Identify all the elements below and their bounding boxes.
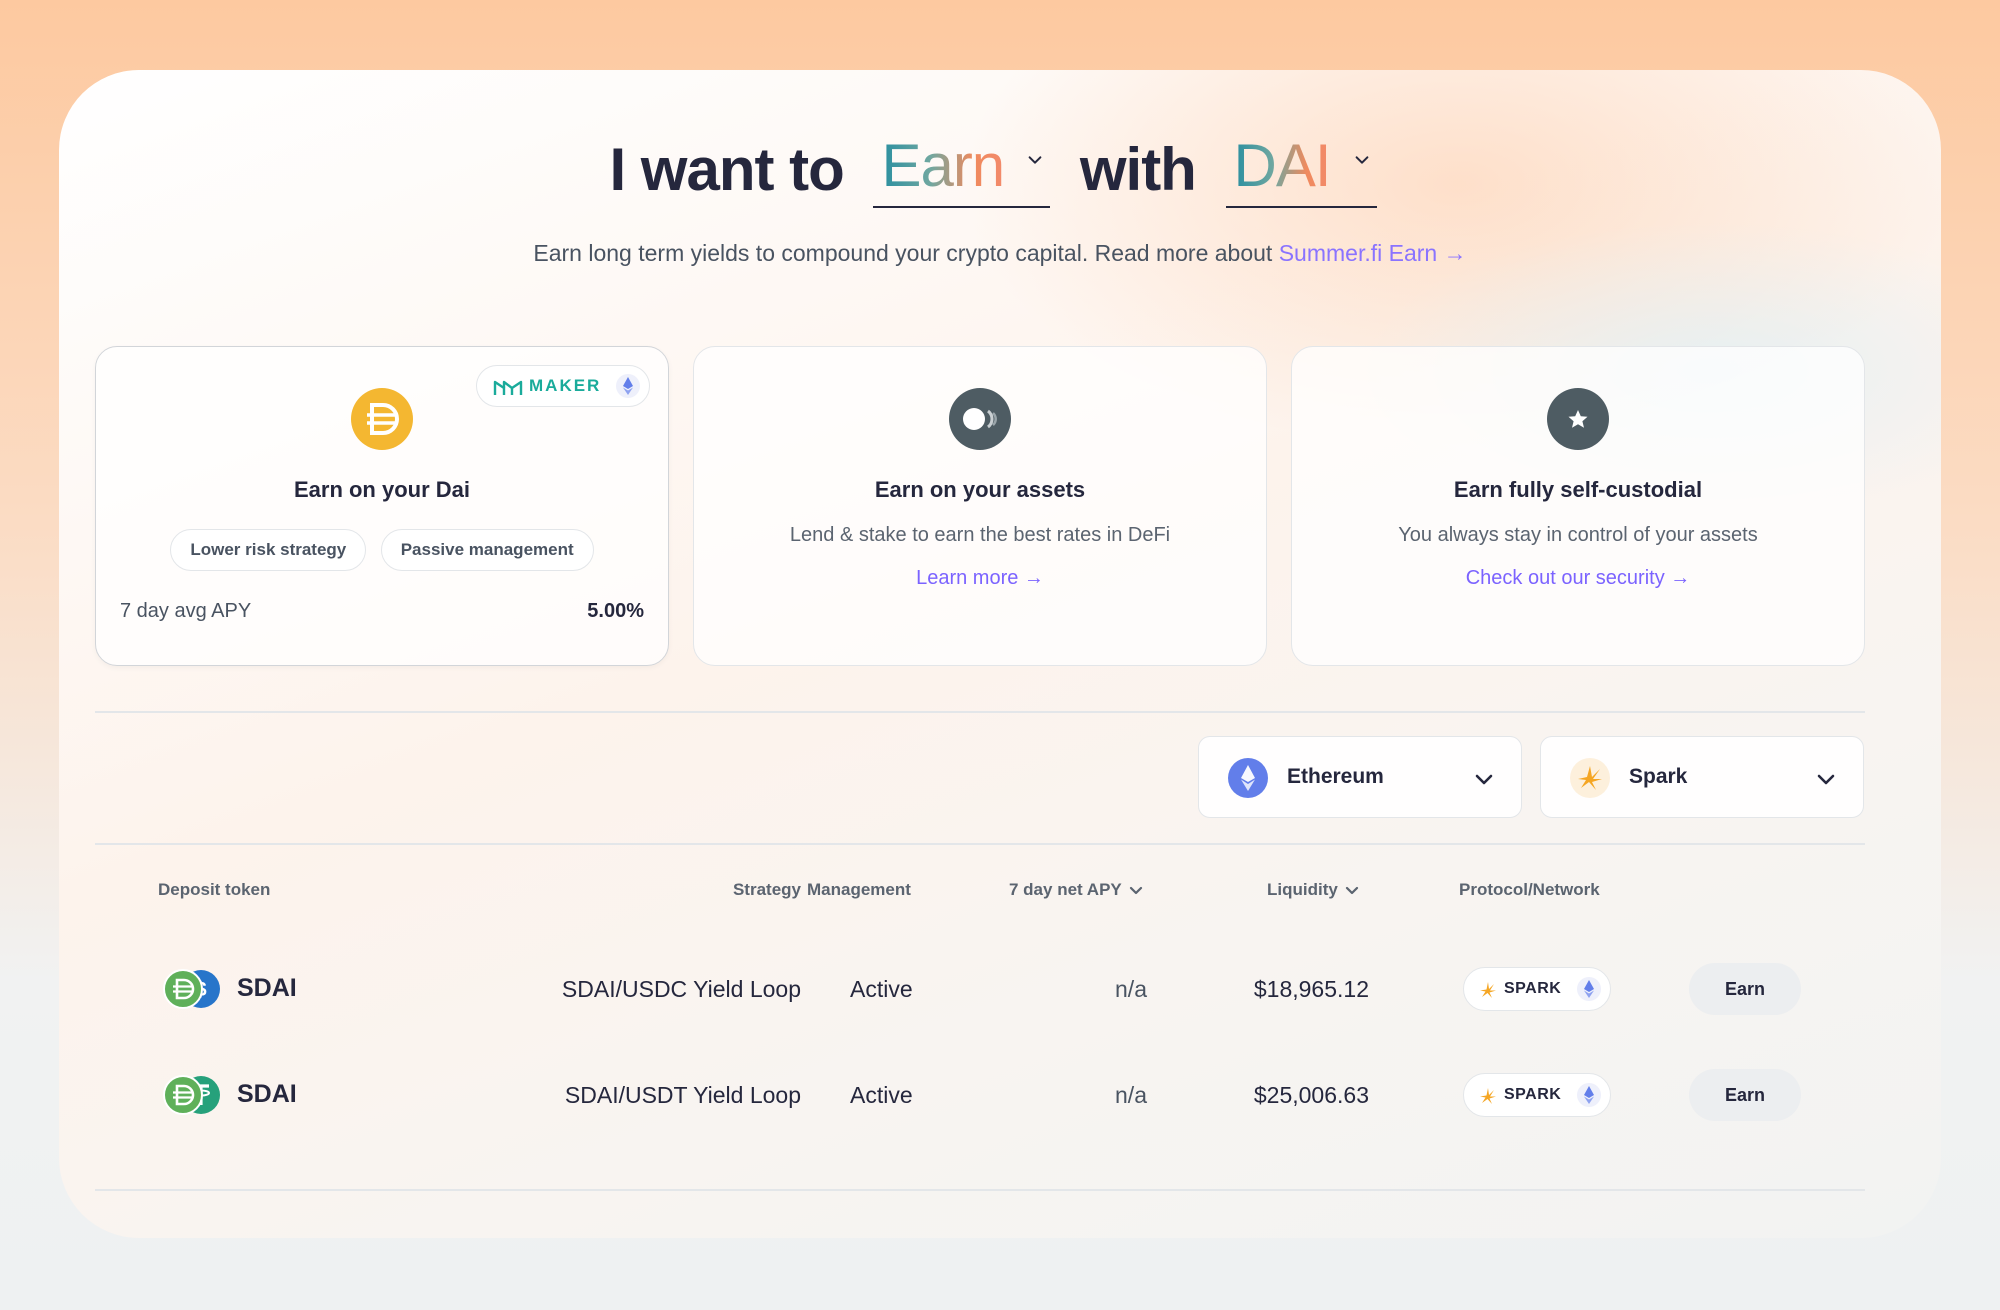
protocol-filter-dropdown[interactable]: Spark — [1540, 736, 1864, 818]
strategy-name: SDAI/USDC Yield Loop — [561, 976, 801, 1002]
header-strategy: Strategy — [732, 880, 801, 899]
protocol-network-badge: SPARK — [1463, 1073, 1611, 1117]
spark-icon — [1480, 982, 1496, 998]
maker-network-badge: MAKER — [476, 365, 650, 407]
table-row: $ SDAI SDAI/USDC Yield Loop Active n/a $… — [59, 950, 1941, 1030]
tag-passive-management: Passive management — [380, 529, 594, 571]
sdai-usdc-token-icon: $ — [163, 969, 220, 1009]
earn-button[interactable]: Earn — [1689, 963, 1801, 1015]
card-earn-on-dai[interactable]: MAKER Earn on your Dai Lower risk strate… — [95, 346, 669, 666]
chevron-down-icon — [1129, 886, 1142, 894]
toggle-assets-icon — [949, 388, 1011, 450]
token-selector[interactable]: DAI — [1225, 131, 1377, 208]
shield-star-icon — [1547, 388, 1609, 450]
network-filter-dropdown[interactable]: Ethereum — [1198, 736, 1522, 818]
header-deposit-token: Deposit token — [158, 880, 271, 899]
card-title: Earn on your Dai — [293, 477, 471, 502]
chevron-down-icon — [1345, 886, 1358, 894]
apy-value: n/a — [1115, 976, 1147, 1002]
apy-value: 5.00% — [587, 600, 644, 622]
action-selector[interactable]: Earn — [873, 131, 1051, 208]
spark-icon — [1570, 758, 1610, 798]
card-description: Lend & stake to earn the best rates in D… — [789, 524, 1171, 546]
strategy-name: SDAI/USDT Yield Loop — [564, 1082, 801, 1108]
header-management: Management — [807, 880, 911, 899]
network-filter-value: Ethereum — [1287, 765, 1384, 788]
subtitle-text: Earn long term yields to compound your c… — [533, 240, 1273, 266]
ethereum-icon — [1577, 1083, 1601, 1107]
chevron-down-icon — [1355, 155, 1368, 164]
apy-value: n/a — [1115, 1082, 1147, 1108]
header-apy-sort[interactable]: 7 day net APY — [1009, 880, 1144, 900]
earn-button[interactable]: Earn — [1689, 1069, 1801, 1121]
action-selector-value: Earn — [881, 131, 1005, 199]
card-title: Earn on your assets — [874, 477, 1086, 502]
header-liquidity-label: Liquidity — [1267, 880, 1338, 899]
hero-subtitle: Earn long term yields to compound your c… — [59, 240, 1941, 267]
sdai-usdt-token-icon — [163, 1075, 220, 1115]
maker-logo-icon — [493, 380, 523, 395]
table-bottom-divider — [95, 1189, 1865, 1191]
chevron-down-icon — [1817, 774, 1835, 785]
protocol-name: SPARK — [1504, 1086, 1562, 1103]
card-description: You always stay in control of your asset… — [1398, 524, 1758, 546]
token-name: SDAI — [237, 1080, 297, 1108]
card-self-custodial: Earn fully self-custodial You always sta… — [1291, 346, 1865, 666]
security-link[interactable]: Check out our security → — [1292, 567, 1864, 590]
hero-prefix: I want to — [609, 135, 844, 203]
protocol-network-badge: SPARK — [1463, 967, 1611, 1011]
liquidity-value: $25,006.63 — [1253, 1082, 1369, 1108]
dai-token-icon — [351, 388, 413, 450]
card-tags: Lower risk strategy Passive management — [96, 529, 668, 571]
liquidity-value: $18,965.12 — [1253, 976, 1369, 1002]
hero-heading: I want to Earn with DAI — [59, 130, 1941, 208]
table-top-divider — [95, 843, 1865, 845]
learn-more-link[interactable]: Learn more → — [694, 567, 1266, 590]
card-earn-on-assets: Earn on your assets Lend & stake to earn… — [693, 346, 1267, 666]
management-type: Active — [850, 976, 913, 1002]
protocol-filter-value: Spark — [1629, 765, 1688, 788]
card-title: Earn fully self-custodial — [1453, 477, 1703, 502]
section-divider — [95, 711, 1865, 713]
hero-middle: with — [1079, 135, 1197, 203]
ethereum-icon — [616, 374, 640, 398]
header-liquidity-sort[interactable]: Liquidity — [1267, 880, 1360, 900]
maker-label: MAKER — [529, 376, 602, 395]
spark-icon — [1480, 1088, 1496, 1104]
apy-label: 7 day avg APY — [120, 600, 252, 622]
ethereum-icon — [1577, 977, 1601, 1001]
token-name: SDAI — [237, 974, 297, 1002]
feature-cards: MAKER Earn on your Dai Lower risk strate… — [95, 346, 1865, 666]
chevron-down-icon — [1475, 774, 1493, 785]
header-protocol-network: Protocol/Network — [1459, 880, 1600, 899]
earn-panel: I want to Earn with DAI Earn long term y… — [59, 70, 1941, 1238]
token-selector-value: DAI — [1233, 131, 1332, 199]
header-apy-label: 7 day net APY — [1009, 880, 1122, 899]
management-type: Active — [850, 1082, 913, 1108]
ethereum-icon — [1228, 758, 1268, 798]
chevron-down-icon — [1028, 155, 1042, 164]
table-row: SDAI SDAI/USDT Yield Loop Active n/a $25… — [59, 1056, 1941, 1136]
tag-lower-risk: Lower risk strategy — [170, 529, 367, 571]
protocol-name: SPARK — [1504, 980, 1562, 997]
summer-earn-link[interactable]: Summer.fi Earn → — [1279, 240, 1467, 266]
